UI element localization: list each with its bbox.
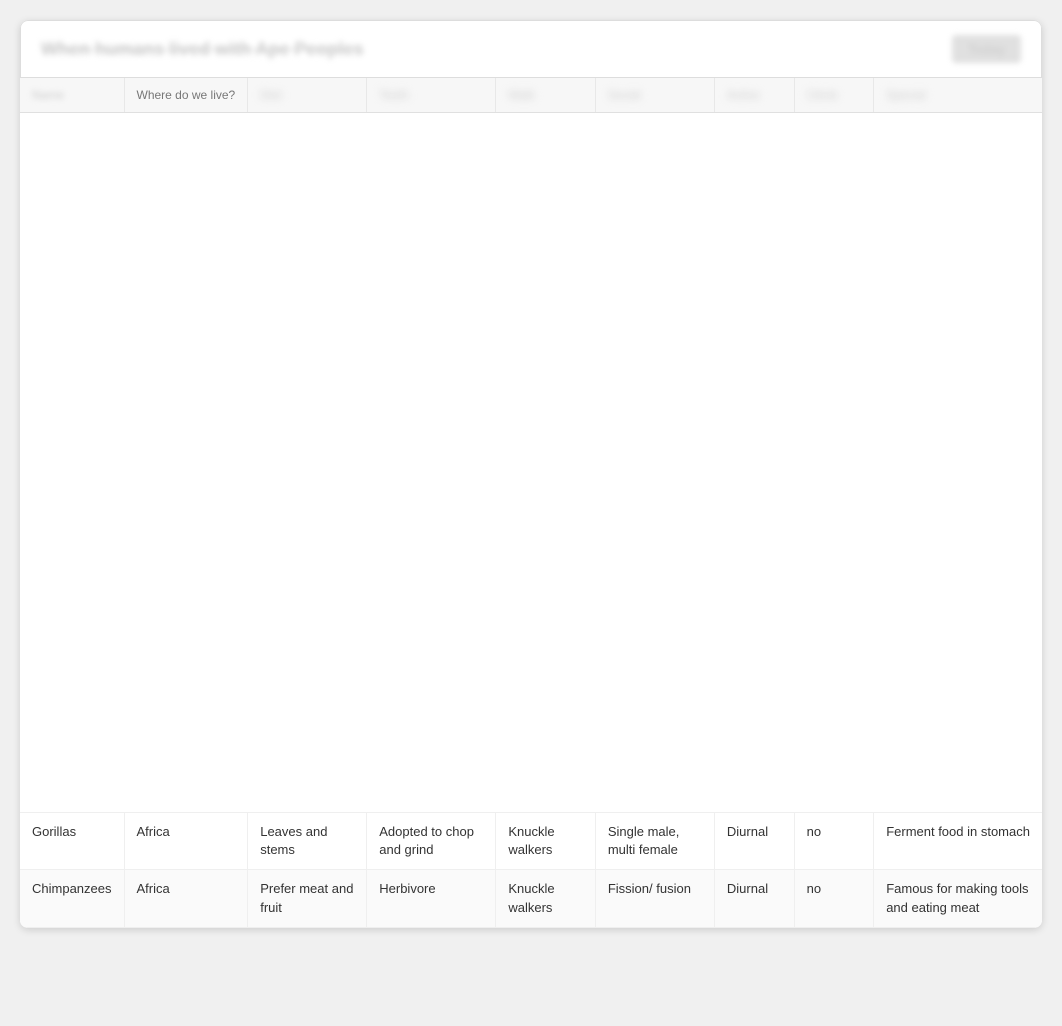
- cell-chimps-social: Fission/ fusion: [595, 870, 714, 927]
- col-header-teeth: Teeth: [367, 78, 496, 113]
- col-header-name: Name: [20, 78, 124, 113]
- cell-chimps-active: Diurnal: [714, 870, 794, 927]
- col-header-climb: Climb: [794, 78, 874, 113]
- cell-gorillas-climb: no: [794, 813, 874, 870]
- today-button[interactable]: Today: [952, 35, 1021, 63]
- main-container: When humans lived with Ape Peoples Today…: [20, 20, 1042, 928]
- cell-chimps-climb: no: [794, 870, 874, 927]
- cell-gorillas-active: Diurnal: [714, 813, 794, 870]
- cell-gorillas-walk: Knuckle walkers: [496, 813, 595, 870]
- header-title: When humans lived with Ape Peoples: [41, 39, 936, 60]
- cell-chimps-teeth: Herbivore: [367, 870, 496, 927]
- table-row-chimpanzees: Chimpanzees Africa Prefer meat and fruit…: [20, 870, 1042, 927]
- cell-chimps-walk: Knuckle walkers: [496, 870, 595, 927]
- col-header-walk: Walk: [496, 78, 595, 113]
- table-header-row: Name Where do we live? Diet Teeth Walk: [20, 78, 1042, 113]
- cell-gorillas-where: Africa: [124, 813, 248, 870]
- col-header-social: Social: [595, 78, 714, 113]
- cell-gorillas-diet: Leaves and stems: [248, 813, 367, 870]
- data-table: Name Where do we live? Diet Teeth Walk: [20, 78, 1042, 928]
- cell-chimps-where: Africa: [124, 870, 248, 927]
- header-bar: When humans lived with Ape Peoples Today: [20, 20, 1042, 78]
- page-wrapper: When humans lived with Ape Peoples Today…: [0, 20, 1062, 1026]
- cell-chimps-diet: Prefer meat and fruit: [248, 870, 367, 927]
- col-header-diet: Diet: [248, 78, 367, 113]
- col-header-active: Active: [714, 78, 794, 113]
- cell-chimps-name: Chimpanzees: [20, 870, 124, 927]
- col-header-where: Where do we live?: [124, 78, 248, 113]
- empty-row-1: [20, 113, 1042, 813]
- col-header-special: Special: [874, 78, 1042, 113]
- cell-chimps-special: Famous for making tools and eating meat: [874, 870, 1042, 927]
- column-headers-wrapper: Name Where do we live? Diet Teeth Walk: [20, 78, 1042, 928]
- cell-gorillas-name: Gorillas: [20, 813, 124, 870]
- cell-gorillas-teeth: Adopted to chop and grind: [367, 813, 496, 870]
- table-row-gorillas: Gorillas Africa Leaves and stems Adopted…: [20, 813, 1042, 870]
- cell-gorillas-social: Single male, multi female: [595, 813, 714, 870]
- cell-gorillas-special: Ferment food in stomach: [874, 813, 1042, 870]
